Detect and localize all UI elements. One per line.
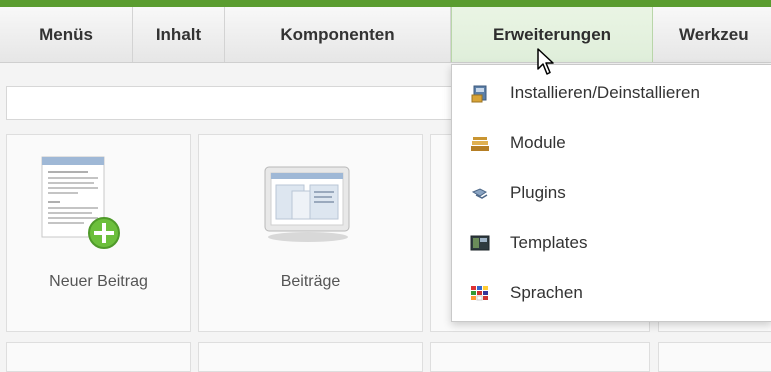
quickicon-label: Beiträge bbox=[280, 273, 341, 290]
dropdown-item-languages[interactable]: Sprachen bbox=[452, 268, 771, 318]
quickicon-row2[interactable] bbox=[658, 342, 771, 372]
mouse-cursor-icon bbox=[537, 48, 554, 75]
quickicon-new-article[interactable]: Neuer Beitrag bbox=[6, 134, 191, 332]
menu-item-label: Erweiterungen bbox=[492, 25, 612, 44]
quickicon-row2[interactable] bbox=[430, 342, 650, 372]
quickicon-label: Neuer Beitrag bbox=[49, 273, 148, 290]
dropdown-item-label: Module bbox=[510, 133, 566, 152]
dropdown-item-modules[interactable]: Module bbox=[452, 118, 771, 168]
dropdown-item-label: Plugins bbox=[510, 183, 566, 202]
install-icon bbox=[471, 85, 487, 103]
dropdown-item-plugins[interactable]: Plugins bbox=[452, 168, 771, 218]
quickicon-row2[interactable] bbox=[198, 342, 423, 372]
menu-item-tools[interactable]: Werkzeu bbox=[653, 7, 771, 62]
extensions-dropdown: Installieren/Deinstallieren Module Plugi… bbox=[451, 64, 771, 322]
menu-item-components[interactable]: Komponenten bbox=[225, 7, 451, 62]
dropdown-item-templates[interactable]: Templates bbox=[452, 218, 771, 268]
template-icon bbox=[470, 235, 490, 251]
menu-item-label: Inhalt bbox=[155, 25, 202, 44]
quickicon-articles[interactable]: Beiträge bbox=[198, 134, 423, 332]
new-article-icon bbox=[41, 156, 120, 249]
main-menubar: Menüs Inhalt Komponenten Erweiterungen W… bbox=[0, 7, 771, 63]
dropdown-item-label: Templates bbox=[510, 233, 588, 252]
menu-item-label: Menüs bbox=[39, 25, 93, 44]
dropdown-item-label: Sprachen bbox=[510, 283, 583, 302]
module-icon bbox=[471, 137, 489, 151]
dropdown-item-install[interactable]: Installieren/Deinstallieren bbox=[452, 68, 771, 118]
menu-item-label: Komponenten bbox=[280, 25, 395, 44]
menu-item-content[interactable]: Inhalt bbox=[133, 7, 225, 62]
quickicon-row2[interactable] bbox=[6, 342, 191, 372]
articles-icon bbox=[264, 166, 350, 242]
language-icon bbox=[471, 286, 488, 301]
top-accent-bar bbox=[0, 0, 771, 7]
menu-item-label: Werkzeu bbox=[679, 25, 749, 44]
menu-item-menus[interactable]: Menüs bbox=[0, 7, 133, 62]
plugin-icon bbox=[471, 188, 488, 199]
